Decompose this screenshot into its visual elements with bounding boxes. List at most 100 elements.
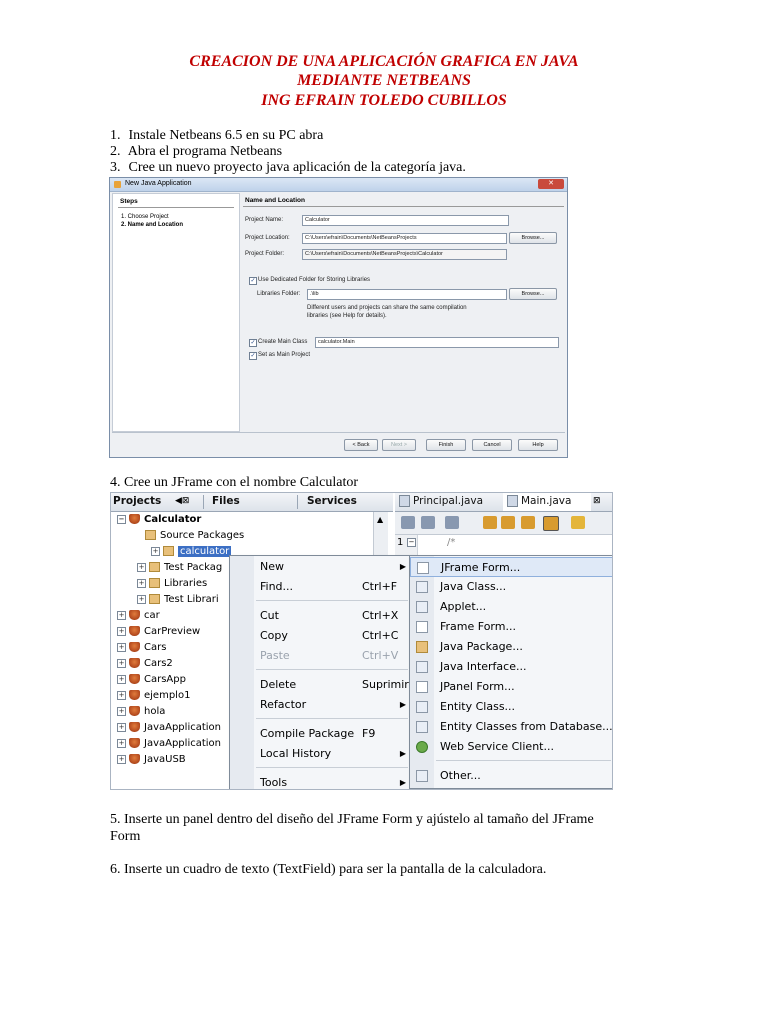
project-location-input[interactable]: C:\Users\efrain\Documents\NetBeansProjec… — [302, 233, 507, 244]
submenu-item-jpanel-form[interactable]: JPanel Form... — [410, 677, 612, 697]
back-button[interactable]: < Back — [344, 439, 378, 451]
submenu-item-java-interface[interactable]: Java Interface... — [410, 657, 612, 677]
tab-services[interactable]: Services — [307, 495, 357, 507]
tree-row-javausb[interactable]: + JavaUSB — [117, 754, 186, 770]
new-java-application-dialog: New Java Application ✕ Steps 1. Choose P… — [109, 177, 568, 458]
step-choose-project: 1. Choose Project — [121, 214, 169, 220]
entity-classes-db-icon — [416, 721, 428, 733]
tree-row-car[interactable]: + car — [117, 610, 160, 626]
forward-icon[interactable] — [421, 516, 435, 529]
next-button[interactable]: Next > — [382, 439, 416, 451]
tree-row-source-packages[interactable]: Source Packages — [145, 530, 244, 546]
submenu-item-other[interactable]: Other... — [410, 766, 612, 786]
shift-left-icon[interactable] — [571, 516, 585, 529]
web-service-icon — [416, 741, 428, 753]
folder-icon — [145, 530, 156, 540]
browse-libraries-button[interactable]: Browse... — [509, 288, 557, 300]
submenu-item-entity-classes-db[interactable]: Entity Classes from Database... — [410, 717, 612, 737]
tree-row-ejemplo1[interactable]: + ejemplo1 — [117, 690, 190, 706]
finish-button[interactable]: Finish — [426, 439, 466, 451]
find-next-icon[interactable] — [521, 516, 535, 529]
submenu-item-java-class[interactable]: Java Class... — [410, 577, 612, 597]
close-tab-icon[interactable]: ⊠ — [593, 496, 601, 506]
section-heading: Name and Location — [245, 197, 305, 204]
tab-files[interactable]: Files — [212, 495, 240, 507]
menu-item-cut[interactable]: Cut Ctrl+X — [230, 606, 410, 626]
projects-tab-bar: Projects ◀⊠ Files Services — [111, 493, 393, 512]
tree-row-javaapplication-2[interactable]: + JavaApplication — [117, 738, 221, 754]
new-submenu: JFrame Form... Java Class... Applet... F… — [409, 555, 612, 789]
folder-icon — [149, 594, 160, 604]
toggle-highlight-icon[interactable] — [543, 516, 559, 531]
step-3: 3. Cree un nuevo proyecto java aplicació… — [110, 160, 466, 175]
tree-row-calculator-package[interactable]: + calculator — [151, 546, 232, 562]
find-icon[interactable] — [483, 516, 497, 529]
step-4: 4. Cree un JFrame con el nombre Calculat… — [110, 475, 359, 490]
tab-main-java[interactable]: Main.java — [507, 495, 571, 507]
submenu-item-entity-class[interactable]: Entity Class... — [410, 697, 612, 717]
project-icon — [129, 642, 140, 652]
menu-item-compile-package[interactable]: Compile Package F9 — [230, 724, 410, 744]
menu-item-copy[interactable]: Copy Ctrl+C — [230, 626, 410, 646]
context-menu: New ▶ Find... Ctrl+F Cut Ctrl+X Copy Ctrl+C … — [229, 555, 411, 789]
tree-row-hola[interactable]: + hola — [117, 706, 165, 722]
menu-item-refactor[interactable]: Refactor ▶ — [230, 695, 410, 715]
package-icon — [416, 641, 428, 653]
frame-form-icon — [416, 621, 428, 633]
tab-principal-java[interactable]: Principal.java — [399, 495, 483, 507]
menu-item-paste[interactable]: Paste Ctrl+V — [230, 646, 410, 666]
editor-toolbar — [395, 512, 612, 535]
submenu-item-applet[interactable]: Applet... — [410, 597, 612, 617]
submenu-item-frame-form[interactable]: Frame Form... — [410, 617, 612, 637]
help-button[interactable]: Help — [518, 439, 558, 451]
tree-row-test-packages[interactable]: + Test Packag — [137, 562, 222, 578]
submenu-item-java-package[interactable]: Java Package... — [410, 637, 612, 657]
cancel-button[interactable]: Cancel — [472, 439, 512, 451]
dialog-title: New Java Application — [125, 180, 192, 187]
history-icon[interactable] — [445, 516, 459, 529]
tree-row-calculator[interactable]: − Calculator — [117, 514, 201, 530]
minimize-icon[interactable]: ◀⊠ — [175, 496, 189, 506]
tree-row-carsapp[interactable]: + CarsApp — [117, 674, 186, 690]
jframe-form-icon — [417, 562, 429, 574]
menu-item-local-history[interactable]: Local History ▶ — [230, 744, 410, 764]
libraries-folder-input[interactable]: .\lib — [307, 289, 507, 300]
java-interface-icon — [416, 661, 428, 673]
java-class-icon — [416, 581, 428, 593]
folder-icon — [149, 562, 160, 572]
project-name-label: Project Name: — [245, 217, 284, 223]
editor-tab-bar: Principal.java Main.java ⊠ — [395, 493, 612, 512]
doc-title-line-2: MEDIANTE NETBEANS — [297, 72, 471, 89]
tree-row-carpreview[interactable]: + CarPreview — [117, 626, 200, 642]
menu-item-delete[interactable]: Delete Suprimir — [230, 675, 410, 695]
project-icon — [129, 658, 140, 668]
create-main-label: Create Main Class — [258, 339, 308, 345]
project-name-input[interactable]: Calculator — [302, 215, 509, 226]
browse-location-button[interactable]: Browse... — [509, 232, 557, 244]
dedicated-folder-checkbox[interactable]: ✓ — [249, 277, 257, 285]
back-icon[interactable] — [401, 516, 415, 529]
tree-row-libraries[interactable]: + Libraries — [137, 578, 207, 594]
submenu-item-jframe-form[interactable]: JFrame Form... — [410, 557, 612, 577]
submenu-item-web-service-client[interactable]: Web Service Client... — [410, 737, 612, 757]
tree-row-cars2[interactable]: + Cars2 — [117, 658, 173, 674]
project-icon — [129, 754, 140, 764]
set-main-checkbox[interactable]: ✓ — [249, 352, 257, 360]
libraries-note-1: Different users and projects can share t… — [307, 305, 467, 311]
tab-projects[interactable]: Projects — [113, 495, 161, 507]
menu-item-new[interactable]: New ▶ — [230, 557, 410, 577]
find-previous-icon[interactable] — [501, 516, 515, 529]
fold-icon[interactable]: − — [407, 538, 416, 547]
close-icon[interactable]: ✕ — [538, 179, 564, 189]
netbeans-icon — [114, 181, 121, 188]
create-main-checkbox[interactable]: ✓ — [249, 339, 257, 347]
menu-item-tools[interactable]: Tools ▶ — [230, 773, 410, 789]
project-icon — [129, 610, 140, 620]
menu-item-find[interactable]: Find... Ctrl+F — [230, 577, 410, 597]
tree-row-cars[interactable]: + Cars — [117, 642, 166, 658]
libraries-note-2: libraries (see Help for details). — [307, 313, 387, 319]
tree-row-javaapplication-1[interactable]: + JavaApplication — [117, 722, 221, 738]
main-class-input[interactable]: calculator.Main — [315, 337, 559, 348]
scroll-up-icon[interactable]: ▲ — [377, 515, 383, 524]
tree-row-test-libraries[interactable]: + Test Librari — [137, 594, 219, 610]
